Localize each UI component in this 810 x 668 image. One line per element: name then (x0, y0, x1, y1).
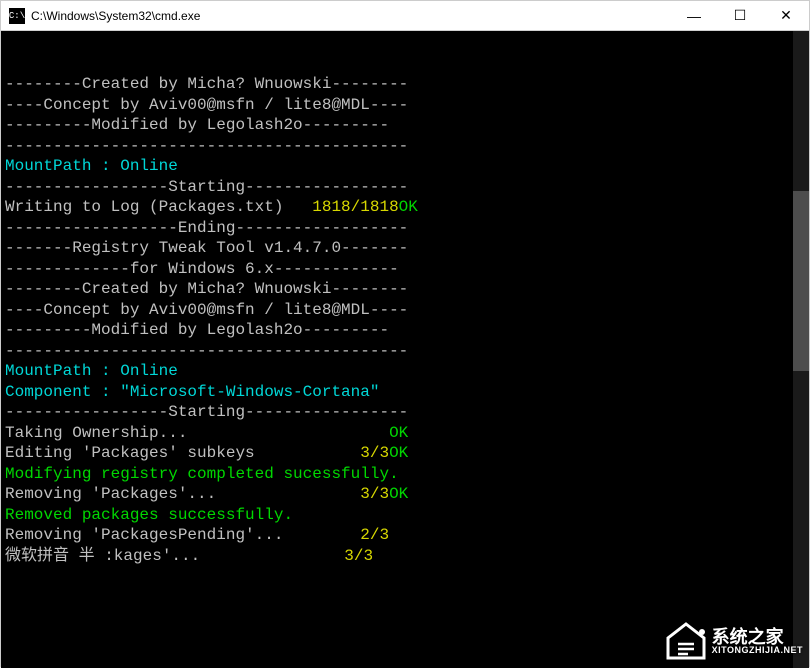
console-text: 3/3 (360, 444, 389, 462)
console-line: Writing to Log (Packages.txt) 1818/1818O… (5, 197, 805, 218)
console-text: MountPath : (5, 362, 120, 380)
console-text: OK (399, 198, 418, 216)
console-line: ----Concept by Aviv00@msfn / lite8@MDL--… (5, 95, 805, 116)
console-line: ------------------Ending----------------… (5, 218, 805, 239)
console-text: ---------Modified by Legolash2o--------- (5, 321, 389, 339)
console-text: Removing 'Packages'... (5, 485, 360, 503)
console-text: -------------for Windows 6.x------------… (5, 260, 399, 278)
console-line: ----------------------------------------… (5, 341, 805, 362)
watermark-text-cn: 系统之家 (712, 628, 803, 646)
console-text: --------Created by Micha? Wnuowski------… (5, 280, 408, 298)
console-line: MountPath : Online (5, 156, 805, 177)
console-text: ----------------------------------------… (5, 342, 408, 360)
console-text: Modifying registry completed sucessfully… (5, 465, 399, 483)
console-line: ---------Modified by Legolash2o--------- (5, 115, 805, 136)
titlebar: C:\ C:\Windows\System32\cmd.exe — ☐ ✕ (1, 1, 809, 31)
console-line: -------Registry Tweak Tool v1.4.7.0-----… (5, 238, 805, 259)
window-controls: — ☐ ✕ (671, 1, 809, 31)
console-text: Removed packages successfully. (5, 506, 293, 524)
console-line: Component : "Microsoft-Windows-Cortana" (5, 382, 805, 403)
console-text: 微软拼音 半 :kages'... (5, 547, 344, 565)
console-line: Taking Ownership... OK (5, 423, 805, 444)
console-line: Editing 'Packages' subkeys 3/3OK (5, 443, 805, 464)
console-line: Modifying registry completed sucessfully… (5, 464, 805, 485)
console-text: -----------------Starting---------------… (5, 403, 408, 421)
console-line: -----------------Starting---------------… (5, 402, 805, 423)
console-text: ----------------------------------------… (5, 137, 408, 155)
console-line: 微软拼音 半 :kages'... 3/3 (5, 546, 805, 567)
console-text: OK (389, 485, 408, 503)
console-text: 1818/1818 (312, 198, 398, 216)
console-text: MountPath : (5, 157, 120, 175)
maximize-button[interactable]: ☐ (717, 1, 763, 31)
console-line: --------Created by Micha? Wnuowski------… (5, 74, 805, 95)
console-line: ---------Modified by Legolash2o--------- (5, 320, 805, 341)
console-text: 2/3 (360, 526, 389, 544)
console-text: -----------------Starting---------------… (5, 178, 408, 196)
console-text: OK (389, 444, 408, 462)
console-text: Editing 'Packages' subkeys (5, 444, 360, 462)
console-text: OK (389, 424, 408, 442)
console-text: ---------Modified by Legolash2o--------- (5, 116, 389, 134)
console-line: -------------for Windows 6.x------------… (5, 259, 805, 280)
console-text: Online (120, 362, 178, 380)
console-line: -----------------Starting---------------… (5, 177, 805, 198)
console-text: -------Registry Tweak Tool v1.4.7.0-----… (5, 239, 408, 257)
close-button[interactable]: ✕ (763, 1, 809, 31)
minimize-button[interactable]: — (671, 1, 717, 31)
console-text: ------------------Ending----------------… (5, 219, 408, 237)
window-title: C:\Windows\System32\cmd.exe (31, 9, 671, 23)
console-text: "Microsoft-Windows-Cortana" (120, 383, 379, 401)
console-text: Taking Ownership... (5, 424, 389, 442)
console-text: Removing 'PackagesPending'... (5, 526, 360, 544)
console-text: 3/3 (360, 485, 389, 503)
console-line: Removed packages successfully. (5, 505, 805, 526)
console-text: --------Created by Micha? Wnuowski------… (5, 75, 408, 93)
watermark-text-en: XITONGZHIJIA.NET (712, 646, 803, 655)
console-line: Removing 'PackagesPending'... 2/3 (5, 525, 805, 546)
scrollbar-thumb[interactable] (793, 191, 809, 371)
console-text: Writing to Log (Packages.txt) (5, 198, 312, 216)
cmd-icon: C:\ (9, 8, 25, 24)
console-line: MountPath : Online (5, 361, 805, 382)
console-line: Removing 'Packages'... 3/3OK (5, 484, 805, 505)
console-text: Component : (5, 383, 120, 401)
console-text: ----Concept by Aviv00@msfn / lite8@MDL--… (5, 301, 408, 319)
console-text: ----Concept by Aviv00@msfn / lite8@MDL--… (5, 96, 408, 114)
console-line: ----------------------------------------… (5, 136, 805, 157)
watermark: 系统之家 XITONGZHIJIA.NET (664, 622, 803, 660)
terminal-output[interactable]: --------Created by Micha? Wnuowski------… (1, 31, 809, 668)
console-text: 3/3 (344, 547, 373, 565)
house-icon (664, 622, 708, 660)
console-line: --------Created by Micha? Wnuowski------… (5, 279, 805, 300)
console-line: ----Concept by Aviv00@msfn / lite8@MDL--… (5, 300, 805, 321)
console-text: Online (120, 157, 178, 175)
scrollbar-track[interactable] (793, 31, 809, 668)
